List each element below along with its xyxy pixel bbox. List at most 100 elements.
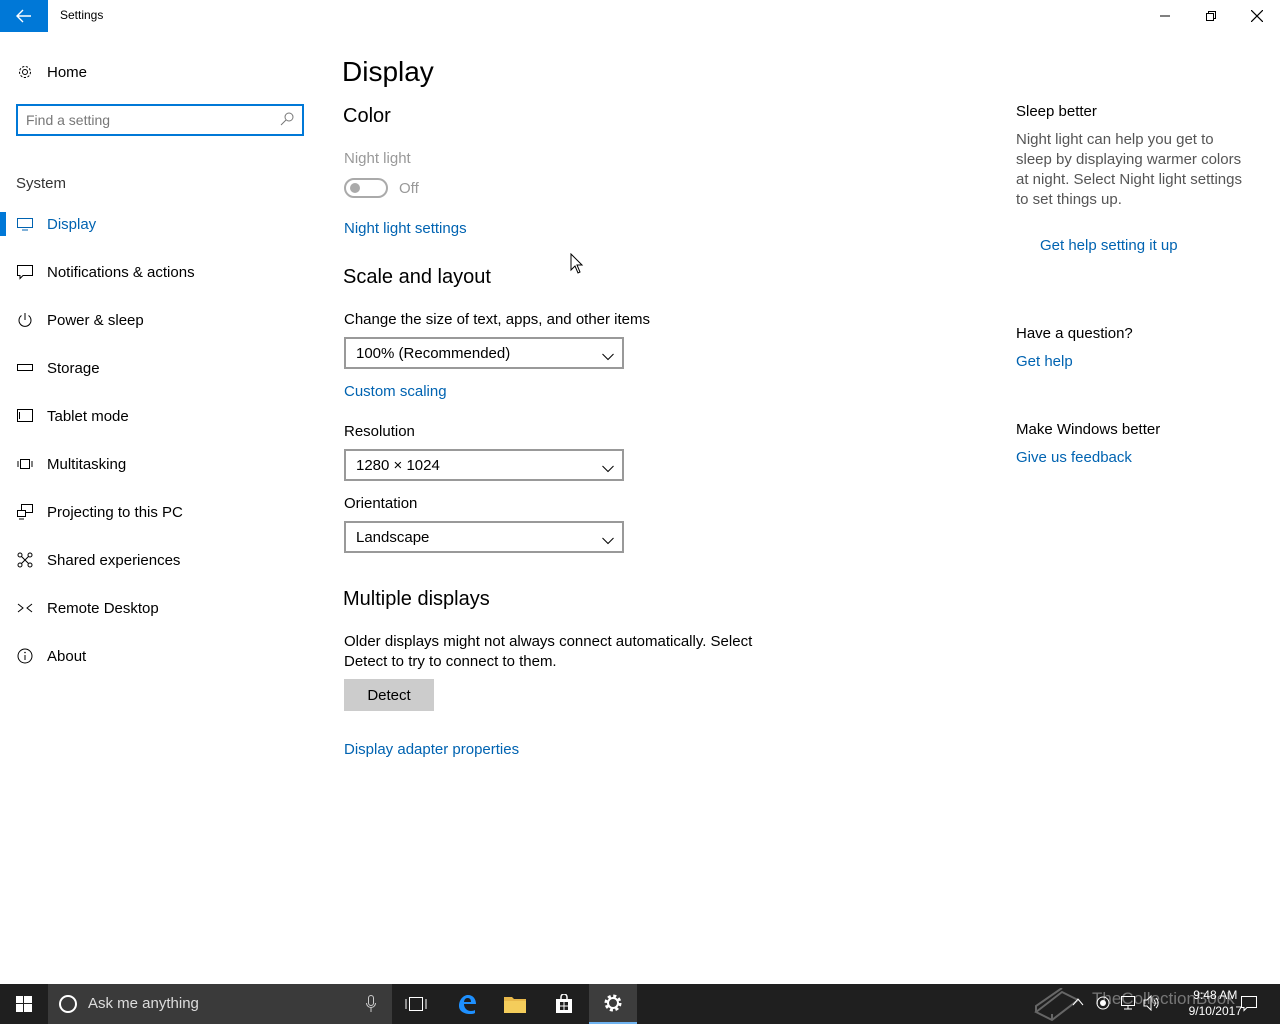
orientation-dropdown[interactable]: Landscape [344,521,624,553]
sleep-better-text-line2: sleep by displaying warmer colors [1016,151,1242,168]
record-icon[interactable] [1096,996,1110,1010]
task-view-icon [405,997,427,1011]
night-light-toggle[interactable] [344,178,388,198]
multiple-displays-text-line2: Detect to try to connect to them. [344,653,557,670]
projecting-icon [16,503,34,521]
resolution-dropdown[interactable]: 1280 × 1024 [344,449,624,481]
sidebar-item-notifications[interactable]: Notifications & actions [0,248,320,296]
scale-label: Change the size of text, apps, and other… [344,311,651,328]
display-adapter-properties-link[interactable]: Display adapter properties [344,741,519,758]
sidebar-item-display[interactable]: Display [0,200,320,248]
night-light-settings-link[interactable]: Night light settings [344,220,467,237]
page-title: Display [342,56,434,87]
resolution-label: Resolution [344,423,415,440]
sleep-better-heading: Sleep better [1016,103,1097,120]
sidebar-item-storage[interactable]: Storage [0,344,320,392]
task-view-button[interactable] [392,984,440,1024]
back-arrow-icon [16,9,31,23]
sidebar-item-projecting[interactable]: Projecting to this PC [0,488,320,536]
sidebar-item-label: Shared experiences [47,551,181,569]
clock-time: 9:48 AM [1193,988,1238,1002]
orientation-value: Landscape [356,529,430,546]
night-light-label: Night light [344,150,411,167]
restore-button[interactable] [1188,0,1234,32]
mouse-cursor-icon [570,253,584,274]
sleep-better-text-line1: Night light can help you get to [1016,131,1214,148]
remote-desktop-icon [16,599,34,617]
chevron-down-icon [602,460,614,478]
get-help-setting-up-link[interactable]: Get help setting it up [1040,237,1178,254]
edge-icon [459,995,476,1014]
action-center-icon[interactable] [1240,995,1258,1013]
sidebar-item-remote-desktop[interactable]: Remote Desktop [0,584,320,632]
sidebar-item-shared-experiences[interactable]: Shared experiences [0,536,320,584]
tablet-icon [16,407,34,425]
sidebar-item-label: Power & sleep [47,311,144,329]
scale-dropdown[interactable]: 100% (Recommended) [344,337,624,369]
sidebar-item-label: Multitasking [47,455,127,473]
store-icon [556,994,572,1013]
cortana-search-box[interactable]: Ask me anything [48,984,392,1024]
start-button[interactable] [0,984,48,1024]
info-icon [16,647,34,665]
store-button[interactable] [540,984,588,1024]
sidebar-item-power[interactable]: Power & sleep [0,296,320,344]
cortana-icon [59,995,77,1013]
minimize-button[interactable] [1142,0,1188,32]
minimize-icon [1160,15,1170,17]
volume-icon[interactable] [1143,995,1161,1011]
sleep-better-text-line3: at night. Select Night light settings [1016,171,1242,188]
clock-date: 9/10/2017 [1188,1004,1242,1018]
section-label-system: System [16,175,67,192]
multiple-displays-heading: Multiple displays [343,588,490,610]
storage-icon [16,359,34,377]
night-light-state: Off [399,180,419,197]
color-heading: Color [343,105,391,127]
sidebar-item-tablet[interactable]: Tablet mode [0,392,320,440]
sidebar-item-label: Storage [47,359,100,377]
shared-icon [16,551,34,569]
give-feedback-link[interactable]: Give us feedback [1016,449,1132,466]
sidebar-item-label: Tablet mode [47,407,129,425]
sidebar-item-label: Projecting to this PC [47,503,183,521]
notifications-icon [16,263,34,281]
network-icon[interactable] [1120,996,1136,1010]
orientation-label: Orientation [344,495,418,512]
edge-button[interactable] [443,984,491,1024]
home-label: Home [47,63,88,81]
back-button[interactable] [0,0,48,32]
sidebar-item-label: Remote Desktop [47,599,159,617]
gear-icon [604,994,622,1012]
window-title: Settings [60,8,104,22]
chevron-down-icon [602,348,614,366]
clock[interactable]: 9:48 AM 9/10/2017 [1189,987,1242,1019]
close-button[interactable] [1234,0,1280,32]
settings-taskbar-button[interactable] [589,984,637,1024]
scale-value: 100% (Recommended) [356,345,511,362]
resolution-value: 1280 × 1024 [356,457,440,474]
close-icon [1251,10,1263,22]
get-help-link[interactable]: Get help [1016,353,1073,370]
search-setting-box[interactable] [16,104,304,136]
monitor-icon [16,215,34,233]
search-icon [280,112,294,131]
multitasking-icon [16,455,34,473]
home-item[interactable]: Home [0,48,320,96]
scale-heading: Scale and layout [343,266,491,288]
sidebar-item-multitasking[interactable]: Multitasking [0,440,320,488]
taskbar: Ask me anything TheCollectionBook 9:48 A… [0,984,1280,1024]
power-icon [16,311,34,329]
sidebar-item-about[interactable]: About [0,632,320,680]
file-explorer-button[interactable] [491,984,539,1024]
search-input[interactable] [26,111,276,129]
gear-icon [16,63,34,81]
chevron-down-icon [602,532,614,550]
make-windows-better-heading: Make Windows better [1016,421,1161,438]
cortana-placeholder: Ask me anything [88,995,199,1012]
detect-button[interactable]: Detect [344,679,434,711]
sleep-better-text-line4: to set things up. [1016,191,1122,208]
chevron-up-icon[interactable] [1072,997,1084,1007]
microphone-icon [366,995,376,1012]
custom-scaling-link[interactable]: Custom scaling [344,383,447,400]
windows-logo-icon [16,996,32,1012]
